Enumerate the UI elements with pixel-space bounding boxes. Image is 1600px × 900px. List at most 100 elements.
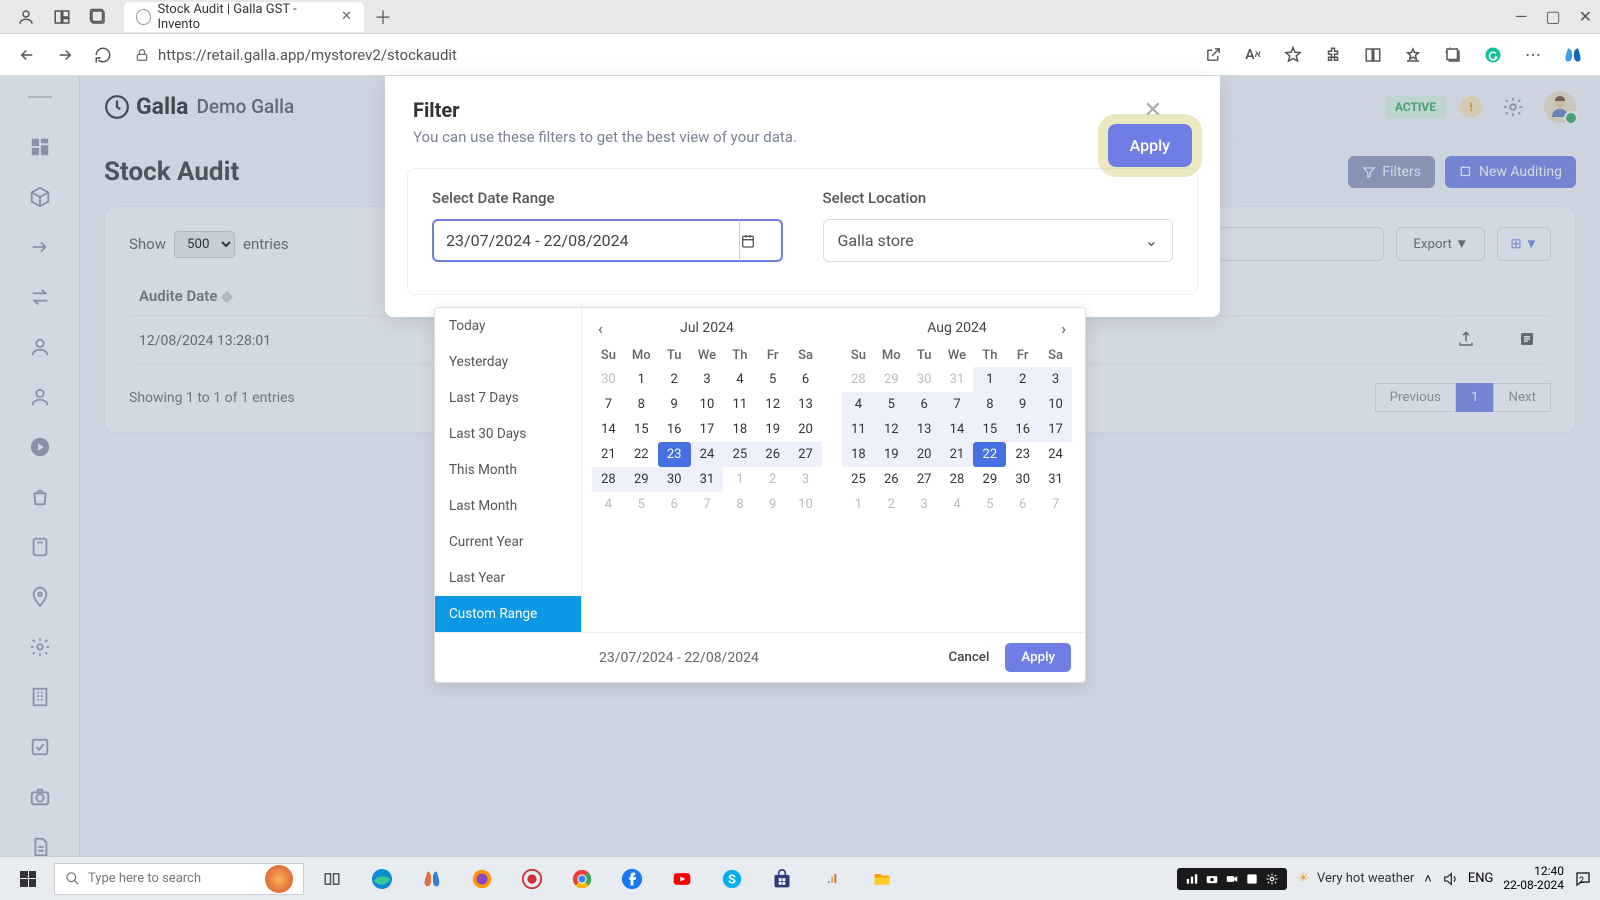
apply-button[interactable]: Apply: [1108, 124, 1192, 167]
preset-range-item[interactable]: This Month: [435, 452, 581, 488]
calendar-day[interactable]: 2: [1006, 367, 1039, 392]
calendar-day[interactable]: 24: [691, 442, 724, 467]
calendar-day[interactable]: 11: [723, 392, 756, 417]
calendar-day[interactable]: 3: [908, 492, 941, 517]
start-button[interactable]: [8, 863, 48, 895]
calendar-day[interactable]: 6: [1006, 492, 1039, 517]
cancel-button[interactable]: Cancel: [949, 650, 990, 665]
skype-icon[interactable]: S: [710, 863, 754, 895]
calendar-day[interactable]: 5: [756, 367, 789, 392]
preset-range-item[interactable]: Last 30 Days: [435, 416, 581, 452]
calendar-day[interactable]: 10: [1039, 392, 1072, 417]
chrome-icon[interactable]: [560, 863, 604, 895]
calendar-day[interactable]: 29: [875, 367, 908, 392]
calendar-day[interactable]: 23: [658, 442, 691, 467]
calendar-day[interactable]: 7: [941, 392, 974, 417]
calendar-day[interactable]: 2: [658, 367, 691, 392]
refresh-icon[interactable]: [86, 38, 120, 72]
calendar-day[interactable]: 29: [973, 467, 1006, 492]
forward-icon[interactable]: [48, 38, 82, 72]
calendar-day[interactable]: 27: [789, 442, 822, 467]
calendar-day[interactable]: 6: [789, 367, 822, 392]
calendar-day[interactable]: 22: [625, 442, 658, 467]
calendar-day[interactable]: 9: [756, 492, 789, 517]
calendar-day[interactable]: 10: [691, 392, 724, 417]
calendar-day[interactable]: 26: [756, 442, 789, 467]
calendar-day[interactable]: 10: [789, 492, 822, 517]
preset-range-item[interactable]: Last 7 Days: [435, 380, 581, 416]
favorites-bar-icon[interactable]: [1396, 38, 1430, 72]
tab-actions-icon[interactable]: [86, 5, 110, 29]
calendar-day[interactable]: 18: [723, 417, 756, 442]
calendar-day[interactable]: 21: [592, 442, 625, 467]
browser-tab[interactable]: Stock Audit | Galla GST - Invento ✕: [124, 2, 364, 32]
sound-icon[interactable]: [1442, 871, 1458, 887]
calendar-day[interactable]: 25: [723, 442, 756, 467]
clock[interactable]: 12:40 22-08-2024: [1503, 865, 1564, 893]
calendar-day[interactable]: 18: [842, 442, 875, 467]
calendar-day[interactable]: 14: [941, 417, 974, 442]
close-window-icon[interactable]: ✕: [1579, 7, 1592, 26]
new-tab-button[interactable]: ＋: [374, 4, 392, 30]
calendar-day[interactable]: 19: [875, 442, 908, 467]
edge-icon[interactable]: [360, 863, 404, 895]
calendar-day[interactable]: 12: [875, 417, 908, 442]
calendar-day[interactable]: 13: [908, 417, 941, 442]
calendar-day[interactable]: 14: [592, 417, 625, 442]
preset-range-item[interactable]: Last Month: [435, 488, 581, 524]
tray-chevron-icon[interactable]: ˄: [1424, 871, 1432, 887]
split-screen-icon[interactable]: [1356, 38, 1390, 72]
favorite-icon[interactable]: [1276, 38, 1310, 72]
calendar-day[interactable]: 31: [1039, 467, 1072, 492]
calendar-day[interactable]: 27: [908, 467, 941, 492]
calendar-day[interactable]: 21: [941, 442, 974, 467]
calendar-day[interactable]: 11: [842, 417, 875, 442]
calendar-day[interactable]: 29: [625, 467, 658, 492]
calendar-day[interactable]: 6: [908, 392, 941, 417]
calendar-day[interactable]: 15: [625, 417, 658, 442]
copilot-tb-icon[interactable]: [410, 863, 454, 895]
close-icon[interactable]: ✕: [341, 9, 352, 24]
calendar-day[interactable]: 31: [691, 467, 724, 492]
calendar-day[interactable]: 20: [908, 442, 941, 467]
calendar-day[interactable]: 4: [842, 392, 875, 417]
calendar-day[interactable]: 25: [842, 467, 875, 492]
language-label[interactable]: ENG: [1468, 871, 1494, 886]
calendar-day[interactable]: 5: [973, 492, 1006, 517]
calendar-day[interactable]: 1: [973, 367, 1006, 392]
firefox-icon[interactable]: [460, 863, 504, 895]
calendar-day[interactable]: 28: [842, 367, 875, 392]
notification-icon[interactable]: 2: [1574, 870, 1592, 888]
collections-icon[interactable]: [1436, 38, 1470, 72]
explorer-icon[interactable]: [860, 863, 904, 895]
picker-apply-button[interactable]: Apply: [1005, 643, 1071, 672]
calendar-day[interactable]: 12: [756, 392, 789, 417]
calendar-day[interactable]: 20: [789, 417, 822, 442]
calendar-day[interactable]: 9: [1006, 392, 1039, 417]
task-view-icon[interactable]: [310, 863, 354, 895]
maximize-icon[interactable]: ▢: [1545, 7, 1560, 26]
weather-sun-icon[interactable]: ☀: [1297, 871, 1309, 886]
prev-month-icon[interactable]: ‹: [598, 319, 603, 338]
calendar-day[interactable]: 1: [842, 492, 875, 517]
calendar-day[interactable]: 16: [658, 417, 691, 442]
calendar-day[interactable]: 2: [756, 467, 789, 492]
location-select[interactable]: Galla store ⌄: [823, 219, 1174, 262]
weather-text[interactable]: Very hot weather: [1317, 871, 1414, 886]
calendar-day[interactable]: 19: [756, 417, 789, 442]
calendar-day[interactable]: 30: [908, 367, 941, 392]
taskbar-search[interactable]: Type here to search: [54, 863, 304, 895]
close-icon[interactable]: ✕: [1144, 98, 1162, 123]
calendar-day[interactable]: 3: [789, 467, 822, 492]
calendar-day[interactable]: 17: [691, 417, 724, 442]
calendar-day[interactable]: 30: [1006, 467, 1039, 492]
calendar-day[interactable]: 31: [941, 367, 974, 392]
preset-range-item[interactable]: Current Year: [435, 524, 581, 560]
extension-icon[interactable]: [1316, 38, 1350, 72]
external-icon[interactable]: [1196, 38, 1230, 72]
grammarly-icon[interactable]: [1476, 38, 1510, 72]
date-range-input[interactable]: [432, 219, 739, 262]
facebook-icon[interactable]: [610, 863, 654, 895]
calendar-day[interactable]: 1: [723, 467, 756, 492]
calendar-day[interactable]: 8: [723, 492, 756, 517]
